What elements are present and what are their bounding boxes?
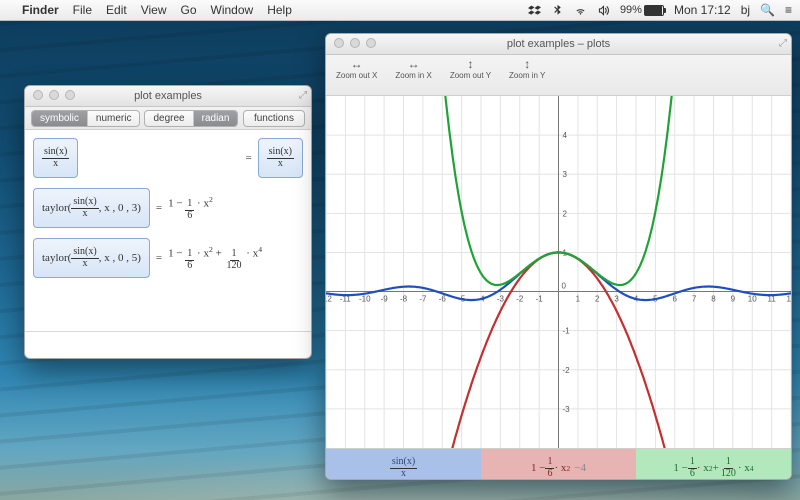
mode-segmented-control[interactable]: symbolic numeric xyxy=(31,110,140,127)
zoom-in-x-button[interactable]: ↔Zoom in X xyxy=(395,58,431,80)
plot-toolbar: ↔Zoom out X ↔Zoom in X ↕Zoom out Y ↕Zoom… xyxy=(326,55,791,96)
menu-help[interactable]: Help xyxy=(267,3,292,17)
equals-label: = xyxy=(156,202,162,214)
legend-item-sinc[interactable]: sin(x)x xyxy=(326,449,481,480)
svg-text:-3: -3 xyxy=(563,405,571,414)
mode-toolbar: symbolic numeric degree radian functions xyxy=(25,107,311,130)
tab-degree[interactable]: degree xyxy=(145,111,193,126)
expression-list: sin(x)x = sin(x)x taylor(sin(x)x, x , 0 … xyxy=(25,130,311,359)
svg-text:4: 4 xyxy=(563,131,568,140)
os-menubar: Finder File Edit View Go Window Help 99%… xyxy=(0,0,800,21)
spotlight-icon[interactable]: 🔍 xyxy=(760,3,775,17)
expression-input[interactable]: taylor(sin(x)x, x , 0 , 3) xyxy=(33,188,150,228)
svg-text:0: 0 xyxy=(562,282,567,291)
window-title: plot examples xyxy=(134,90,202,102)
titlebar[interactable]: plot examples – plots ⤢ xyxy=(326,34,791,55)
svg-text:-8: -8 xyxy=(400,295,408,304)
svg-text:-1: -1 xyxy=(536,295,544,304)
menu-file[interactable]: File xyxy=(73,3,92,17)
battery-percent: 99% xyxy=(620,4,642,16)
svg-text:6: 6 xyxy=(673,295,678,304)
svg-text:-12: -12 xyxy=(326,295,332,304)
dropbox-icon[interactable] xyxy=(528,4,541,17)
resize-icon[interactable]: ⤢ xyxy=(299,90,307,101)
svg-text:-10: -10 xyxy=(359,295,371,304)
svg-text:-1: -1 xyxy=(563,327,571,336)
app-menu[interactable]: Finder xyxy=(22,3,59,17)
tab-symbolic[interactable]: symbolic xyxy=(32,111,88,126)
svg-text:3: 3 xyxy=(614,295,619,304)
notification-center-icon[interactable]: ≡ xyxy=(785,3,792,17)
menu-window[interactable]: Window xyxy=(211,3,254,17)
window-plots: plot examples – plots ⤢ ↔Zoom out X ↔Zoo… xyxy=(325,33,792,480)
expression-input[interactable]: taylor(sin(x)x, x , 0 , 5) xyxy=(33,238,150,278)
minimize-icon[interactable] xyxy=(49,90,59,100)
svg-text:-3: -3 xyxy=(497,295,505,304)
menu-edit[interactable]: Edit xyxy=(106,3,127,17)
svg-text:7: 7 xyxy=(692,295,697,304)
menu-view[interactable]: View xyxy=(141,3,167,17)
svg-text:3: 3 xyxy=(563,170,568,179)
angle-segmented-control[interactable]: degree radian xyxy=(144,110,238,127)
tab-radian[interactable]: radian xyxy=(194,111,238,126)
svg-text:12: 12 xyxy=(787,295,791,304)
plot-svg: -12-11-10-9-8-7-6-5-4-3-2-10123456789101… xyxy=(326,96,791,448)
expression-row: sin(x)x = sin(x)x xyxy=(33,138,303,178)
close-icon[interactable] xyxy=(334,38,344,48)
svg-text:-2: -2 xyxy=(516,295,524,304)
functions-button[interactable]: functions xyxy=(243,110,305,127)
window-plot-examples: plot examples ⤢ symbolic numeric degree … xyxy=(24,85,312,359)
titlebar[interactable]: plot examples ⤢ xyxy=(25,86,311,107)
equals-label: = xyxy=(156,252,162,264)
window-title: plot examples – plots xyxy=(507,38,610,50)
svg-text:10: 10 xyxy=(748,295,757,304)
user-menu[interactable]: bj xyxy=(741,3,750,17)
legend-item-taylor3[interactable]: 1 − 16 · x2 −4 xyxy=(481,449,636,480)
bluetooth-icon[interactable] xyxy=(551,4,564,17)
tab-numeric[interactable]: numeric xyxy=(88,111,140,126)
svg-text:-6: -6 xyxy=(439,295,447,304)
resize-icon[interactable]: ⤢ xyxy=(779,38,787,49)
svg-text:-2: -2 xyxy=(563,366,571,375)
expression-input[interactable]: sin(x)x xyxy=(33,138,78,178)
expression-result: sin(x)x xyxy=(258,138,303,178)
svg-text:2: 2 xyxy=(595,295,600,304)
svg-text:2: 2 xyxy=(563,209,568,218)
arrow-vertical-icon: ↕ xyxy=(524,58,530,70)
battery-icon xyxy=(644,5,664,16)
arrow-vertical-icon: ↕ xyxy=(467,58,473,70)
legend-item-taylor5[interactable]: 1 − 16 · x2 + 1120 · x4 xyxy=(636,449,791,480)
zoom-in-y-button[interactable]: ↕Zoom in Y xyxy=(509,58,545,80)
plot-legend: sin(x)x 1 − 16 · x2 −4 1 − 16 · x2 + 112… xyxy=(326,448,791,480)
zoom-out-x-button[interactable]: ↔Zoom out X xyxy=(336,58,377,80)
minimize-icon[interactable] xyxy=(350,38,360,48)
svg-text:-7: -7 xyxy=(419,295,427,304)
equals-label: = xyxy=(245,152,251,164)
expression-row: taylor(sin(x)x, x , 0 , 5) = 1 − 16 · x2… xyxy=(33,238,303,278)
arrow-horizontal-icon: ↔ xyxy=(351,58,363,70)
wifi-icon[interactable] xyxy=(574,4,587,17)
menu-go[interactable]: Go xyxy=(181,3,197,17)
zoom-out-y-button[interactable]: ↕Zoom out Y xyxy=(450,58,491,80)
input-area[interactable] xyxy=(25,332,311,359)
volume-icon[interactable] xyxy=(597,4,610,17)
svg-text:9: 9 xyxy=(731,295,736,304)
zoom-icon[interactable] xyxy=(65,90,75,100)
svg-text:-9: -9 xyxy=(381,295,389,304)
plot-canvas[interactable]: -12-11-10-9-8-7-6-5-4-3-2-10123456789101… xyxy=(326,96,791,448)
close-icon[interactable] xyxy=(33,90,43,100)
svg-text:1: 1 xyxy=(576,295,581,304)
expression-result: 1 − 16 · x2 xyxy=(168,195,213,222)
expression-row: taylor(sin(x)x, x , 0 , 3) = 1 − 16 · x2 xyxy=(33,188,303,228)
arrow-horizontal-icon: ↔ xyxy=(408,58,420,70)
zoom-icon[interactable] xyxy=(366,38,376,48)
battery-indicator[interactable]: 99% xyxy=(620,4,664,16)
svg-text:8: 8 xyxy=(711,295,716,304)
expression-result: 1 − 16 · x2 + 1120 · x4 xyxy=(168,245,262,272)
clock[interactable]: Mon 17:12 xyxy=(674,3,731,17)
